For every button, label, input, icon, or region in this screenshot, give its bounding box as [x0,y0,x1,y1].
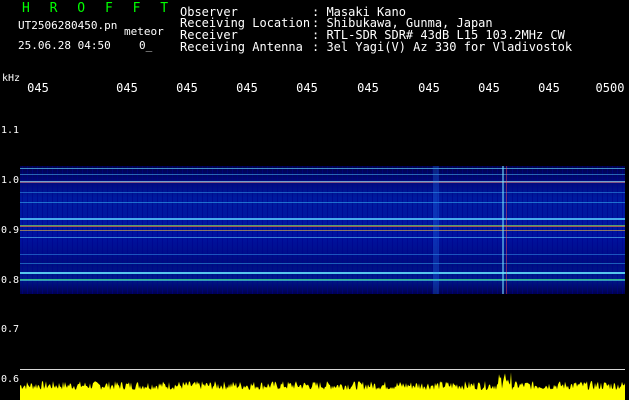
detection-count: 0_ [139,39,153,52]
date-time: 25.06.28 04:50 [18,39,111,52]
x-tick: 045 [538,81,560,95]
signal-band [20,192,625,193]
x-tick: 045 [296,81,318,95]
noise-level-trace [20,372,625,400]
signal-band [20,254,625,255]
x-tick: 045 [27,81,49,95]
x-tick: 045 [116,81,138,95]
y-tick: 0.7 [1,324,20,335]
signal-band [20,174,625,175]
signal-band [20,279,625,281]
y-tick: 0.6 [1,374,20,385]
x-tick: 045 [478,81,500,95]
y-tick: 0.9 [1,225,20,236]
app-brand-title: H R O F F T [22,1,175,16]
y-tick: 0.8 [1,275,20,286]
info-value-antenna: : 3el Yagi(V) Az 330 for Vladivostok [312,40,573,54]
y-axis-unit: kHz [2,73,21,84]
signal-band [20,237,625,238]
meteor-echo [433,166,439,294]
mode-label: meteor [124,25,164,38]
signal-band [20,181,625,183]
signal-band [20,168,625,169]
x-tick: 0500 [595,81,625,95]
x-tick: 045 [357,81,379,95]
meteor-echo [502,166,504,294]
y-tick: 1.0 [1,175,20,186]
y-tick: 1.1 [1,125,20,136]
signal-band [20,263,625,264]
info-label-antenna: Receiving Antenna [180,40,303,54]
spectrogram [20,166,625,294]
file-name: UT2506280450.pn [18,19,118,32]
x-tick: 045 [236,81,258,95]
signal-band [20,225,625,227]
signal-band [20,272,625,274]
x-tick: 045 [176,81,198,95]
signal-band [20,202,625,203]
signal-band [20,218,625,220]
meteor-echo [506,166,507,294]
x-tick: 045 [418,81,440,95]
signal-band [20,230,625,231]
